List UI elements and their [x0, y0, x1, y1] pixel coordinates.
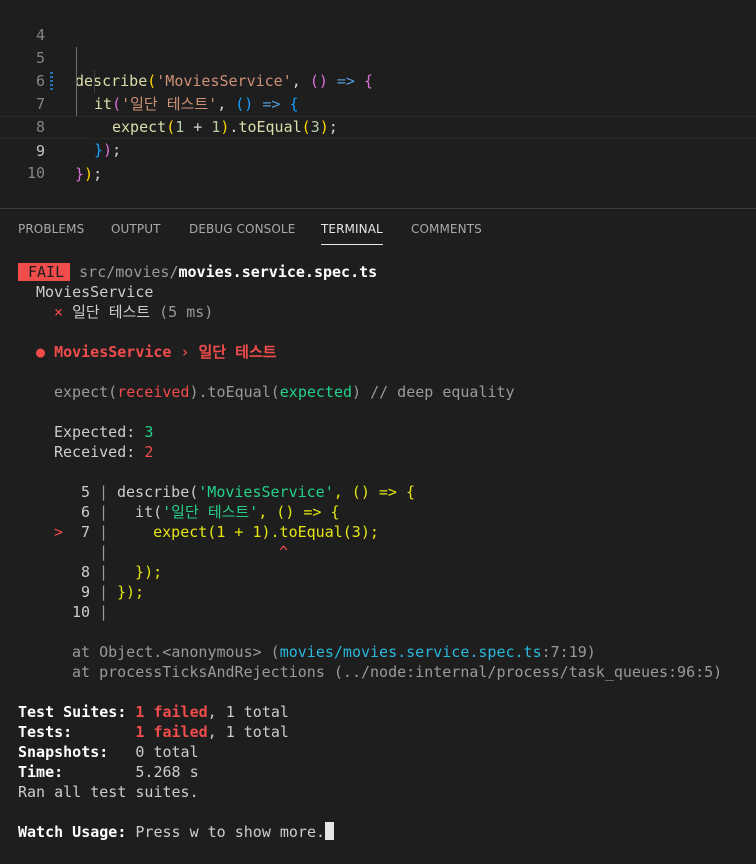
stack-frame: at Object.<anonymous> (movies/movies.ser…	[72, 643, 596, 661]
summary-tests: Tests: 1 failed, 1 total	[18, 723, 289, 741]
editor-line: 5 describe('MoviesService', () => {	[0, 24, 756, 90]
suite-name: MoviesService	[36, 283, 154, 301]
error-line-marker: >	[54, 523, 64, 541]
tab-problems[interactable]: PROBLEMS	[18, 222, 84, 236]
snippet-divider: |	[99, 543, 109, 561]
code-editor[interactable]: 4 5 describe('MoviesService', () => { 6 …	[0, 0, 756, 208]
editor-line: 4	[0, 1, 756, 44]
tab-terminal[interactable]: TERMINAL	[321, 222, 383, 245]
summary-snapshots: Snapshots: 0 total	[18, 743, 199, 761]
snippet-line-number: 9	[80, 583, 90, 601]
panel-tabs: PROBLEMS OUTPUT DEBUG CONSOLE TERMINAL C…	[0, 209, 756, 249]
line-number: 10	[26, 164, 45, 182]
indent-guide	[76, 47, 77, 116]
fail-line: FAIL src/movies/movies.service.spec.ts	[18, 262, 377, 282]
editor-line: 8 });	[0, 93, 756, 159]
fail-x-icon: ×	[54, 303, 64, 321]
snippet-divider: |	[99, 583, 109, 601]
error-caret: ^	[279, 543, 289, 561]
tab-debug-console[interactable]: DEBUG CONSOLE	[189, 222, 295, 236]
snippet-line-number: 6	[80, 503, 90, 521]
expected-line: Expected: 3	[54, 423, 154, 441]
editor-line: 7 expect(1 + 1).toEqual(3);	[0, 70, 756, 136]
snippet-line-number: 7	[80, 523, 90, 541]
snippet-code: describe('MoviesService', () => {	[117, 483, 416, 501]
stack-file-link[interactable]: movies/movies.service.spec.ts	[280, 643, 542, 661]
snippet-line-number: 10	[72, 603, 91, 621]
gutter-modified-indicator	[50, 72, 53, 91]
snippet-divider: |	[99, 503, 109, 521]
code-text: });	[75, 165, 103, 183]
snippet-divider: |	[99, 483, 109, 501]
summary-ran: Ran all test suites.	[18, 783, 199, 801]
snippet-line-number: 5	[80, 483, 90, 501]
snippet-code: expect(1 + 1).toEqual(3);	[117, 523, 379, 541]
snippet-divider: |	[99, 523, 109, 541]
tab-comments[interactable]: COMMENTS	[411, 222, 482, 236]
terminal-cursor	[325, 822, 335, 840]
test-result: × 일단 테스트 (5 ms)	[54, 303, 214, 321]
fail-badge: FAIL	[18, 263, 71, 281]
snippet-divider: |	[99, 603, 109, 621]
matcher-line: expect(received).toEqual(expected) // de…	[54, 383, 515, 401]
received-line: Received: 2	[54, 443, 154, 461]
summary-time: Time: 5.268 s	[18, 763, 199, 781]
editor-line: 6 it('일단 테스트', () => {	[0, 47, 756, 113]
snippet-divider: |	[99, 563, 109, 581]
snippet-code: });	[117, 563, 163, 581]
snippet-code: it('일단 테스트', () => {	[117, 503, 340, 521]
watch-usage: Watch Usage: Press w to show more.	[18, 822, 335, 842]
error-title: ● MoviesService › 일단 테스트	[36, 343, 277, 361]
tab-output[interactable]: OUTPUT	[111, 222, 161, 236]
stack-frame: at processTicksAndRejections (../node:in…	[72, 663, 723, 681]
summary-suites: Test Suites: 1 failed, 1 total	[18, 703, 289, 721]
bullet-icon: ●	[36, 343, 46, 361]
editor-line: 10	[0, 139, 756, 182]
indent-guide	[94, 70, 95, 93]
editor-current-line: 9 });	[0, 116, 756, 183]
snippet-line-number: 8	[80, 563, 90, 581]
snippet-code: });	[117, 583, 145, 601]
